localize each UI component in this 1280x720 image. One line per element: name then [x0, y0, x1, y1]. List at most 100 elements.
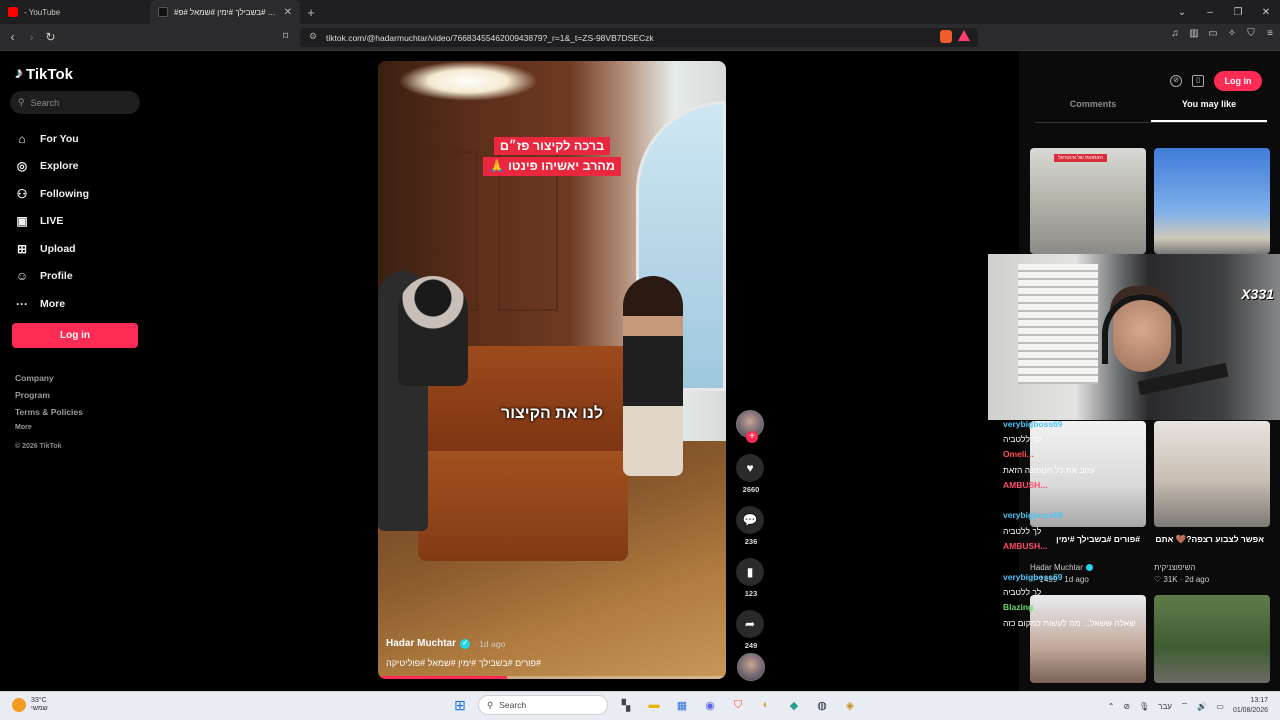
chat-text: עזוב את כל הטמונה הזאת — [1003, 464, 1095, 475]
steam-icon[interactable]: ◍ — [812, 695, 832, 715]
like-action[interactable]: ♥ 2660 — [736, 454, 766, 494]
weather-widget[interactable]: 33°C שמשי — [12, 697, 48, 713]
brave-rewards-icon[interactable] — [958, 30, 970, 41]
video-date: · 1d ago — [474, 638, 506, 649]
login-button[interactable]: Log in — [12, 323, 138, 348]
brave-shield-icon[interactable] — [940, 30, 952, 43]
video-hashtags[interactable]: #פורים #בשבילך #ימין #שמאל #פוליטיקה — [386, 658, 546, 668]
footer-link-company[interactable]: Company — [15, 373, 83, 390]
brave-icon[interactable]: ⛉ — [728, 695, 748, 715]
nav-item-live[interactable]: ▣ LIVE — [14, 208, 144, 236]
site-info-icon[interactable]: ⚙ — [309, 31, 317, 42]
copyright-text: © 2026 TikTok — [15, 443, 62, 450]
new-tab-button[interactable]: + — [300, 5, 322, 20]
chat-text: לך ללטביה — [1003, 433, 1042, 444]
follow-plus-icon[interactable]: + — [746, 431, 758, 443]
file-explorer-icon[interactable]: ▬ — [644, 695, 664, 715]
footer-link-program[interactable]: Program — [15, 390, 83, 407]
app-icon[interactable]: ◆ — [784, 695, 804, 715]
close-window-button[interactable]: ✕ — [1252, 7, 1280, 18]
chat-message: AMBUSH... — [1003, 538, 1153, 553]
maximize-button[interactable]: ❐ — [1224, 7, 1252, 18]
nav-item-explore[interactable]: ◎ Explore — [14, 153, 144, 181]
nav-item-upload[interactable]: ⊞ Upload — [14, 235, 144, 263]
back-button[interactable]: ‹ — [3, 30, 22, 44]
header-login-button[interactable]: Log in — [1214, 71, 1262, 91]
save-count: 123 — [744, 589, 758, 598]
app-icon[interactable]: ◈ — [840, 695, 860, 715]
clock[interactable]: 13:17 01/08/2026 — [1233, 696, 1268, 716]
battery-icon[interactable]: ▭ — [1216, 702, 1224, 711]
suggested-video-thumb[interactable] — [1154, 148, 1270, 254]
stream-chat-overlay: verybigboss69 לך ללטביה Omeli... עזוב את כל… — [1003, 416, 1153, 630]
get-app-icon[interactable]: ▯ — [1192, 75, 1204, 87]
nav-item-for-you[interactable]: ⌂ For You — [14, 125, 144, 153]
share-icon[interactable]: ➦ — [736, 610, 764, 638]
volume-icon[interactable]: 🔊 — [1197, 702, 1207, 711]
tab-comments[interactable]: Comments — [1035, 99, 1151, 122]
tiktok-logo[interactable]: ♪ TikTok — [15, 65, 73, 83]
share-action[interactable]: ➦ 249 — [736, 610, 766, 650]
tab-list-icon[interactable]: ⌄ — [1168, 7, 1196, 18]
reload-button[interactable]: ↻ — [41, 30, 60, 44]
tab-tiktok[interactable]: #פורים #בשבילך #ימין #שמאל #פ ✕ — [150, 0, 300, 24]
chat-username: Omeli... — [1003, 449, 1034, 460]
footer-link-more[interactable]: More — [15, 424, 83, 441]
video-scene-chandelier — [398, 61, 538, 101]
media-icon[interactable]: ♫ — [1169, 28, 1181, 39]
tab-you-may-like[interactable]: You may like — [1151, 99, 1267, 122]
tiktok-sidebar: ♪ TikTok ⚲ Search ⌂ For You ◎ Explore ⚇ Fol… — [0, 51, 150, 691]
menu-icon[interactable]: ≡ — [1264, 28, 1276, 39]
store-icon[interactable]: ▦ — [672, 695, 692, 715]
discord-icon[interactable]: ◉ — [700, 695, 720, 715]
video-author[interactable]: Hadar Muchtar ✓ · 1d ago — [386, 638, 505, 649]
vpn-icon[interactable]: ⛉ — [1245, 28, 1257, 39]
tab-youtube[interactable]: - YouTube — [0, 0, 150, 24]
windows-start-icon[interactable]: ⊞ — [450, 695, 470, 715]
video-player[interactable]: ברכה לקיצור פז״ם מהרב יאשיהו פינטו 🙏 לנו… — [378, 61, 726, 679]
video-caption-line: ברכה לקיצור פז״ם — [493, 137, 611, 155]
language-indicator[interactable]: עבר — [1158, 702, 1172, 711]
taskbar-search[interactable]: ⚲ Search — [478, 695, 608, 715]
footer-links: Company Program Terms & Policies More © … — [15, 373, 83, 460]
creator-avatar[interactable]: + — [736, 410, 764, 443]
nav-label: Upload — [40, 242, 76, 255]
nav-item-following[interactable]: ⚇ Following — [14, 180, 144, 208]
suggested-video-title[interactable]: אפשר לצבוע רצפה?🤎 אתם — [1154, 534, 1264, 545]
youtube-favicon-icon — [8, 7, 18, 17]
wifi-icon[interactable]: ⌔ — [1181, 701, 1189, 711]
sidebar-icon[interactable]: ▥ — [1188, 28, 1200, 39]
coins-icon[interactable]: ⊘ — [1170, 75, 1182, 87]
suggested-video-author[interactable]: השיפוצניקית — [1154, 563, 1196, 572]
browser-toolbar: ‹ › ↻ ⌑ ⚙ tiktok.com/@hadarmuchtar/video… — [0, 24, 1280, 51]
mic-icon[interactable]: 🎙 — [1139, 702, 1149, 711]
comment-icon[interactable]: 💬 — [736, 506, 764, 534]
address-bar[interactable]: ⚙ tiktok.com/@hadarmuchtar/video/7668345… — [300, 28, 978, 47]
tray-chevron-icon[interactable]: ⌃ — [1108, 702, 1115, 711]
comment-action[interactable]: 💬 236 — [736, 506, 766, 546]
bookmark-icon[interactable]: ⌑ — [283, 31, 288, 42]
close-tab-icon[interactable]: ✕ — [284, 7, 292, 18]
nav-item-more[interactable]: ··· More — [14, 290, 144, 318]
heart-icon[interactable]: ♥ — [736, 454, 764, 482]
bookmark-save-icon[interactable]: ▮ — [736, 558, 764, 586]
next-creator-avatar[interactable] — [737, 653, 765, 681]
window-controls: ⌄ – ❐ ✕ — [1168, 0, 1280, 24]
suggested-video-thumb[interactable] — [1154, 421, 1270, 527]
leo-ai-icon[interactable]: ✧ — [1226, 28, 1238, 39]
chat-message: verybigboss69 — [1003, 569, 1153, 584]
wallet-icon[interactable]: ▭ — [1207, 28, 1219, 39]
search-input[interactable]: ⚲ Search — [10, 91, 140, 114]
chrome-icon[interactable]: ◐ — [756, 695, 776, 715]
minimize-button[interactable]: – — [1196, 7, 1224, 18]
video-progress-bar[interactable] — [378, 676, 726, 679]
forward-button[interactable]: › — [22, 30, 41, 44]
task-view-icon[interactable]: ▚ — [616, 695, 636, 715]
nav-item-profile[interactable]: ☺ Profile — [14, 263, 144, 291]
suggested-video-thumb[interactable]: האמהות של אינטראל — [1030, 148, 1146, 254]
footer-link-terms[interactable]: Terms & Policies — [15, 407, 83, 424]
chat-message: verybigboss69 — [1003, 508, 1153, 523]
save-action[interactable]: ▮ 123 — [736, 558, 766, 598]
network-icon[interactable]: ⊘ — [1123, 702, 1130, 711]
suggested-video-thumb[interactable] — [1154, 595, 1270, 683]
